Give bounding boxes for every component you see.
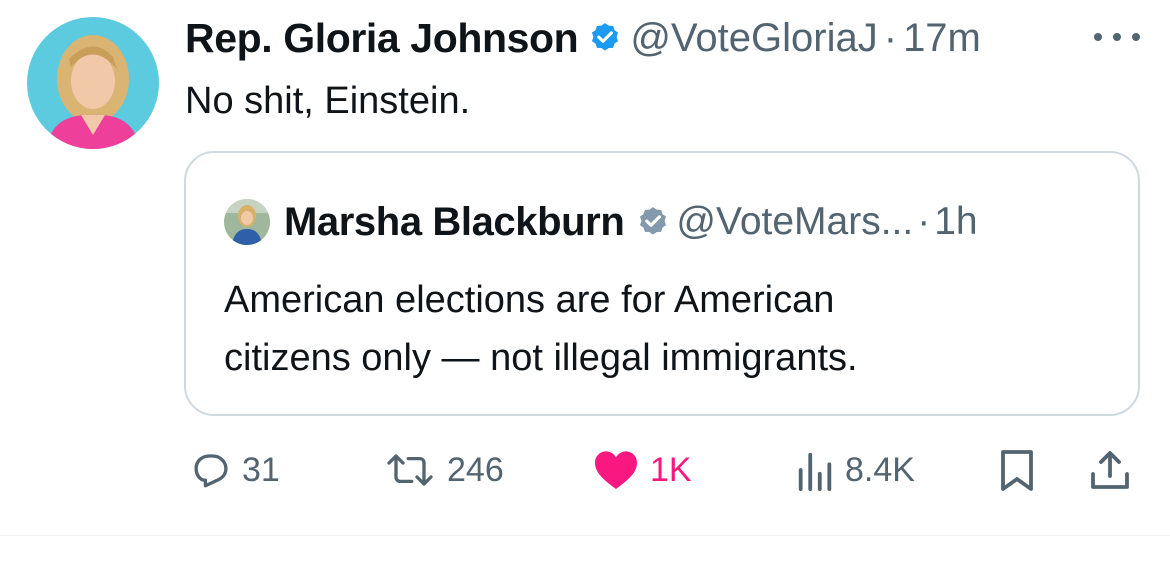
tweet-action-bar: 31 246 1K 8.4K bbox=[0, 445, 1170, 495]
quoted-tweet-header: Marsha Blackburn @VoteMars... · 1h bbox=[224, 197, 978, 247]
more-icon[interactable] bbox=[1094, 30, 1140, 44]
reply-icon bbox=[190, 449, 232, 491]
quoted-author-avatar[interactable] bbox=[224, 199, 270, 245]
author-handle[interactable]: @VoteGloriaJ bbox=[630, 16, 877, 61]
views-icon bbox=[795, 449, 835, 491]
views-button[interactable]: 8.4K bbox=[795, 445, 915, 495]
separator-dot: · bbox=[883, 15, 898, 60]
retweet-icon bbox=[383, 449, 437, 491]
verified-badge-icon[interactable] bbox=[636, 205, 670, 239]
bookmark-button[interactable] bbox=[999, 445, 1035, 495]
author-name[interactable]: Rep. Gloria Johnson bbox=[185, 15, 579, 62]
like-count: 1K bbox=[650, 450, 692, 489]
reply-count: 31 bbox=[242, 450, 280, 489]
bookmark-icon bbox=[999, 448, 1035, 492]
quoted-tweet-text: American elections are for American citi… bbox=[224, 271, 1084, 387]
tweet-timestamp[interactable]: 17m bbox=[903, 16, 981, 61]
like-button[interactable]: 1K bbox=[592, 445, 692, 495]
retweet-count: 246 bbox=[447, 450, 504, 489]
heart-icon bbox=[592, 449, 640, 491]
quoted-tweet-text-line: citizens only — not illegal immigrants. bbox=[224, 337, 858, 379]
tweet-text: No shit, Einstein. bbox=[185, 80, 471, 122]
quoted-tweet-card[interactable]: Marsha Blackburn @VoteMars... · 1h Ameri… bbox=[184, 151, 1140, 416]
quoted-tweet-timestamp[interactable]: 1h bbox=[934, 200, 977, 244]
views-count: 8.4K bbox=[845, 450, 915, 489]
tweet-header: Rep. Gloria Johnson @VoteGloriaJ · 17m bbox=[185, 14, 981, 62]
quoted-tweet-text-line: American elections are for American bbox=[224, 279, 835, 321]
quoted-author-name[interactable]: Marsha Blackburn bbox=[284, 200, 625, 245]
retweet-button[interactable]: 246 bbox=[383, 445, 504, 495]
reply-button[interactable]: 31 bbox=[190, 445, 280, 495]
author-avatar[interactable] bbox=[27, 17, 159, 149]
share-icon bbox=[1087, 448, 1133, 492]
quoted-author-handle[interactable]: @VoteMars... bbox=[676, 200, 913, 244]
divider bbox=[0, 535, 1170, 536]
verified-badge-icon[interactable] bbox=[588, 21, 622, 55]
share-button[interactable] bbox=[1087, 445, 1133, 495]
separator-dot: · bbox=[917, 200, 931, 243]
